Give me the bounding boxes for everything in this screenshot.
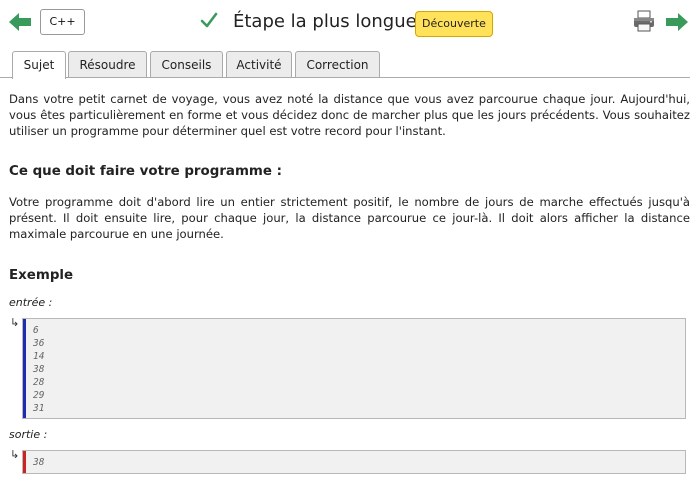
section-paragraph: Votre programme doit d'abord lire un ent… xyxy=(9,195,690,241)
input-label: entrée : xyxy=(9,296,53,309)
tab-divider xyxy=(0,77,690,78)
input-line: 14 xyxy=(33,351,45,362)
output-label: sortie : xyxy=(9,428,48,441)
input-arrow-icon: ↳ xyxy=(10,316,20,329)
tab-bar: Sujet Résoudre Conseils Activité Correct… xyxy=(0,51,690,79)
printer-icon[interactable] xyxy=(632,9,656,33)
input-line: 28 xyxy=(33,377,45,388)
section-heading: Ce que doit faire votre programme : xyxy=(9,164,282,179)
page-title: Étape la plus longue xyxy=(233,11,417,32)
tab-activite[interactable]: Activité xyxy=(226,51,292,78)
input-line: 31 xyxy=(33,403,45,414)
input-line: 36 xyxy=(33,338,45,349)
top-bar: C++ Étape la plus longue Découverte xyxy=(0,0,690,44)
tab-resoudre[interactable]: Résoudre xyxy=(68,51,147,78)
intro-paragraph: Dans votre petit carnet de voyage, vous … xyxy=(9,92,690,138)
arrow-right-icon[interactable] xyxy=(666,12,688,32)
output-bar xyxy=(23,451,26,473)
input-box: 6 36 14 38 28 29 31 xyxy=(22,318,686,419)
input-line: 29 xyxy=(33,390,45,401)
input-line: 38 xyxy=(33,364,45,375)
output-line: 38 xyxy=(33,457,45,468)
tab-conseils[interactable]: Conseils xyxy=(150,51,223,78)
output-arrow-icon: ↳ xyxy=(10,448,20,461)
language-button[interactable]: C++ xyxy=(40,9,85,35)
input-bar xyxy=(23,319,26,418)
tab-correction[interactable]: Correction xyxy=(295,51,380,78)
example-heading: Exemple xyxy=(9,268,74,283)
tab-sujet[interactable]: Sujet xyxy=(12,51,66,79)
input-line: 6 xyxy=(33,325,39,336)
difficulty-badge: Découverte xyxy=(415,11,493,37)
check-icon xyxy=(200,12,218,28)
arrow-left-icon[interactable] xyxy=(9,12,31,32)
output-box: 38 xyxy=(22,450,686,474)
